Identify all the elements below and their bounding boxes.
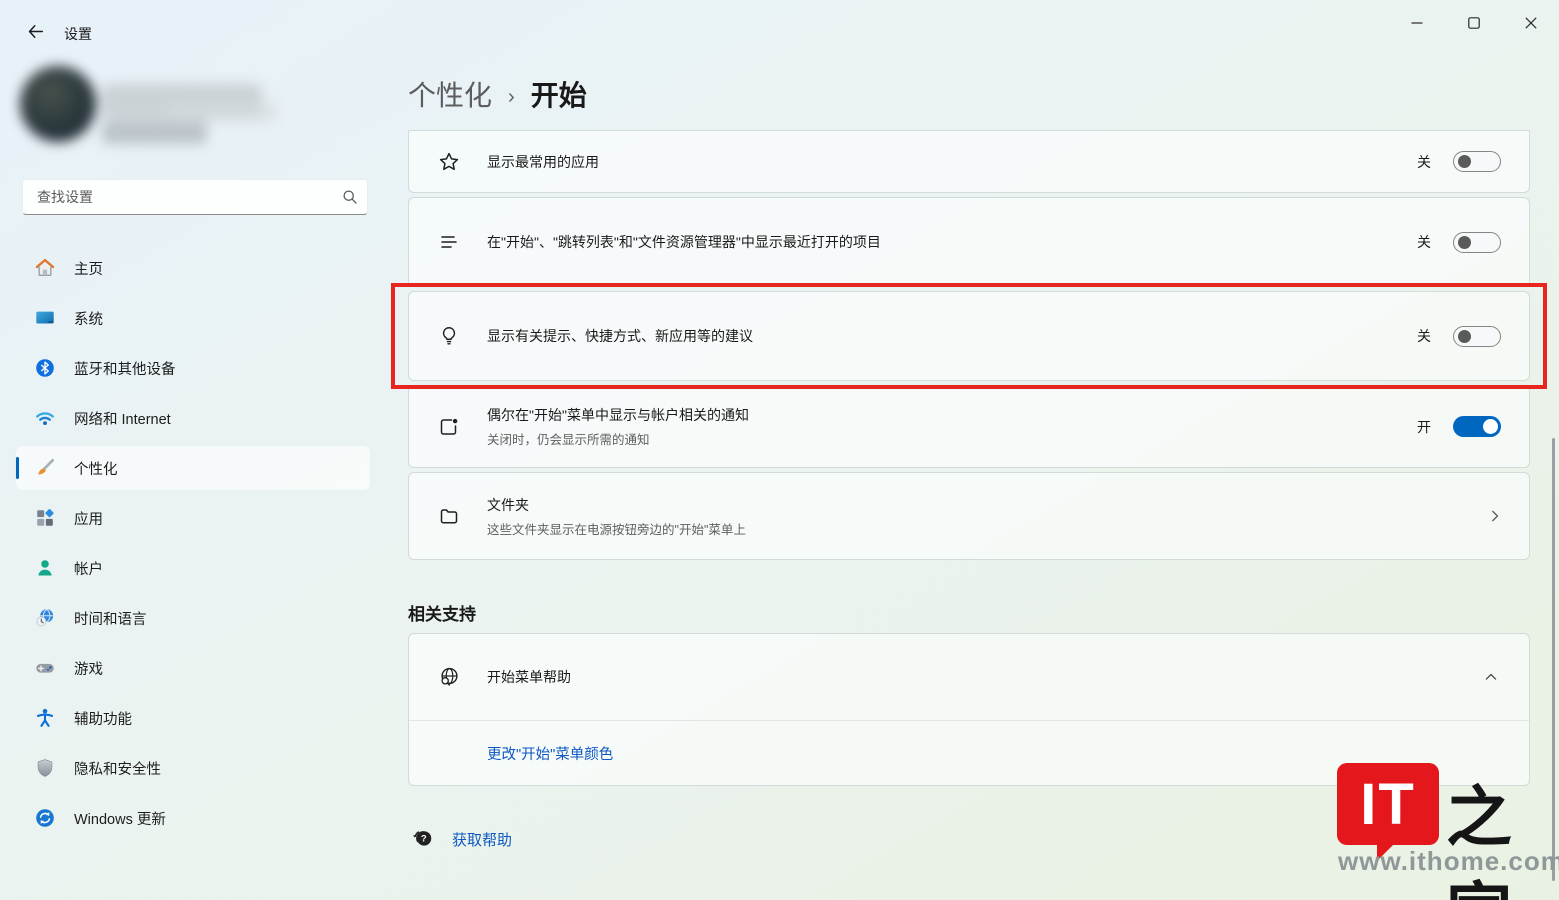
system-icon xyxy=(34,307,56,329)
sidebar-item-label: Windows 更新 xyxy=(74,808,166,829)
get-help-link[interactable]: 获取帮助 xyxy=(452,829,512,850)
toggle-recent-items[interactable] xyxy=(1453,232,1501,253)
blurred-account-info xyxy=(102,120,207,144)
breadcrumb: 个性化 › 开始 xyxy=(408,74,587,114)
setting-row-folders[interactable]: 文件夹 这些文件夹显示在电源按钮旁边的"开始"菜单上 xyxy=(408,472,1530,560)
chevron-up-icon[interactable] xyxy=(1481,667,1529,687)
sidebar-item-bluetooth[interactable]: 蓝牙和其他设备 xyxy=(16,346,370,390)
sidebar-item-label: 辅助功能 xyxy=(74,708,132,729)
minimize-button[interactable] xyxy=(1394,6,1440,40)
search-input[interactable] xyxy=(23,180,333,214)
person-icon xyxy=(34,557,56,579)
toggle-state-label: 关 xyxy=(1417,232,1431,252)
star-icon xyxy=(437,150,461,174)
setting-row-recent-items: 在"开始"、"跳转列表"和"文件资源管理器"中显示最近打开的项目 关 xyxy=(408,197,1530,287)
toggle-state-label: 关 xyxy=(1417,152,1431,172)
toggle-state-label: 关 xyxy=(1417,326,1431,346)
breadcrumb-separator: › xyxy=(508,86,515,109)
ithome-logo: IT xyxy=(1337,763,1439,845)
toggle-most-used-apps[interactable] xyxy=(1453,151,1501,172)
avatar xyxy=(20,66,96,142)
sidebar-item-accounts[interactable]: 帐户 xyxy=(16,546,370,590)
setting-subtitle: 这些文件夹显示在电源按钮旁边的"开始"菜单上 xyxy=(487,519,1485,538)
back-button[interactable] xyxy=(20,16,50,46)
page-title: 开始 xyxy=(531,74,587,114)
sidebar-item-gaming[interactable]: 游戏 xyxy=(16,646,370,690)
sidebar-item-label: 帐户 xyxy=(74,558,103,579)
globe-search-icon xyxy=(437,665,461,689)
settings-search xyxy=(22,179,368,215)
sidebar-item-label: 网络和 Internet xyxy=(74,408,171,429)
sidebar-item-label: 系统 xyxy=(74,308,103,329)
ithome-url: www.ithome.com xyxy=(1338,846,1559,877)
sidebar-item-label: 主页 xyxy=(74,258,103,279)
setting-row-most-used-apps: 显示最常用的应用 关 xyxy=(408,130,1530,193)
help-bubble-icon: ? xyxy=(410,826,436,852)
toggle-suggestions[interactable] xyxy=(1453,326,1501,347)
breadcrumb-parent[interactable]: 个性化 xyxy=(408,74,492,114)
sidebar-item-label: 蓝牙和其他设备 xyxy=(74,358,176,379)
sidebar-item-label: 隐私和安全性 xyxy=(74,758,161,779)
setting-subtitle: 关闭时，仍会显示所需的通知 xyxy=(487,429,1417,448)
shield-icon xyxy=(34,757,56,779)
ithome-logo-cn: 之家 xyxy=(1446,764,1559,900)
arrow-left-icon xyxy=(27,23,44,40)
ithome-logo-text: IT xyxy=(1360,771,1416,838)
blurred-account-info xyxy=(168,102,278,122)
setting-row-account-notifications: 偶尔在"开始"菜单中显示与帐户相关的通知 关闭时，仍会显示所需的通知 开 xyxy=(408,385,1530,468)
wifi-icon xyxy=(34,407,56,429)
sidebar-item-network[interactable]: 网络和 Internet xyxy=(16,396,370,440)
sidebar-nav: 主页 系统 蓝牙和其他设备 网络和 Internet 个性化 应用 xyxy=(16,246,370,846)
paintbrush-icon xyxy=(34,457,56,479)
maximize-button[interactable] xyxy=(1451,6,1497,40)
sidebar-item-time-language[interactable]: 时间和语言 xyxy=(16,596,370,640)
sidebar-item-windows-update[interactable]: Windows 更新 xyxy=(16,796,370,840)
sidebar-item-system[interactable]: 系统 xyxy=(16,296,370,340)
search-icon[interactable] xyxy=(333,189,367,205)
setting-row-suggestions: 显示有关提示、快捷方式、新应用等的建议 关 xyxy=(408,291,1530,381)
sidebar-item-privacy[interactable]: 隐私和安全性 xyxy=(16,746,370,790)
sync-icon xyxy=(34,807,56,829)
lightbulb-icon xyxy=(437,324,461,348)
user-profile[interactable] xyxy=(18,62,318,158)
svg-text:?: ? xyxy=(421,834,427,845)
sidebar-item-home[interactable]: 主页 xyxy=(16,246,370,290)
setting-title: 偶尔在"开始"菜单中显示与帐户相关的通知 xyxy=(487,405,1417,425)
close-button[interactable] xyxy=(1508,6,1554,40)
start-menu-help-row[interactable]: 开始菜单帮助 xyxy=(409,634,1529,720)
notification-icon xyxy=(437,415,461,439)
setting-title: 显示有关提示、快捷方式、新应用等的建议 xyxy=(487,326,1417,346)
sidebar-item-accessibility[interactable]: 辅助功能 xyxy=(16,696,370,740)
folder-icon xyxy=(437,504,461,528)
setting-title: 显示最常用的应用 xyxy=(487,152,1417,172)
window-title: 设置 xyxy=(64,24,92,44)
recent-items-icon xyxy=(437,230,461,254)
help-row-title: 开始菜单帮助 xyxy=(487,667,1481,687)
sidebar-item-label: 时间和语言 xyxy=(74,608,147,629)
chevron-right-icon xyxy=(1485,506,1529,526)
sidebar-item-label: 个性化 xyxy=(74,458,118,479)
setting-title: 文件夹 xyxy=(487,495,1485,515)
accessibility-icon xyxy=(34,707,56,729)
toggle-state-label: 开 xyxy=(1417,417,1431,437)
apps-icon xyxy=(34,507,56,529)
setting-title: 在"开始"、"跳转列表"和"文件资源管理器"中显示最近打开的项目 xyxy=(487,232,1417,252)
bluetooth-icon xyxy=(34,357,56,379)
change-start-menu-color-link[interactable]: 更改"开始"菜单颜色 xyxy=(487,743,613,764)
gamepad-icon xyxy=(34,657,56,679)
toggle-account-notifications[interactable] xyxy=(1453,416,1501,437)
sidebar-item-label: 游戏 xyxy=(74,658,103,679)
sidebar-item-label: 应用 xyxy=(74,508,103,529)
sidebar-item-apps[interactable]: 应用 xyxy=(16,496,370,540)
section-title-related-support: 相关支持 xyxy=(408,600,476,625)
globe-clock-icon xyxy=(34,607,56,629)
sidebar-item-personalization[interactable]: 个性化 xyxy=(16,446,370,490)
home-icon xyxy=(34,257,56,279)
